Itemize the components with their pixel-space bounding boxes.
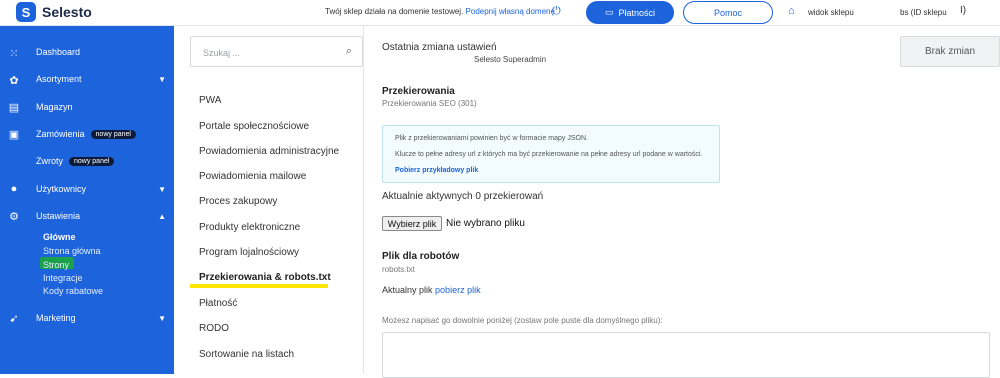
last-change-user: Selesto Superadmin bbox=[474, 55, 547, 64]
sidebar-subitem-discount-codes[interactable]: Kody rabatowe bbox=[43, 286, 103, 296]
sidebar-subitem-pages[interactable]: Strony bbox=[43, 260, 69, 270]
search-placeholder: Szukaj ... bbox=[203, 48, 241, 58]
sidebar-item-label: Użytkownicy bbox=[36, 184, 87, 194]
shop-view-link[interactable]: widok sklepu bbox=[808, 8, 854, 17]
sidebar-item-orders[interactable]: Zamówienia nowy panel bbox=[36, 129, 170, 139]
choose-file-button[interactable]: Wybierz plik bbox=[382, 216, 442, 231]
logo[interactable]: S Selesto bbox=[16, 2, 92, 22]
domain-notice-text: Twój sklep działa na domenie testowej. bbox=[325, 7, 464, 16]
help-button[interactable]: Pomoc bbox=[683, 1, 773, 24]
no-changes-button[interactable]: Brak zmian bbox=[900, 36, 1000, 67]
settings-menu-item[interactable]: Powiadomienia administracyjne bbox=[199, 146, 339, 157]
new-panel-badge: nowy panel bbox=[69, 156, 115, 166]
home-icon[interactable]: ⌂ bbox=[788, 5, 795, 17]
sidebar-item-users[interactable]: Użytkownicy ▼ bbox=[36, 184, 170, 194]
settings-menu-item-active[interactable]: Przekierowania & robots.txt bbox=[199, 272, 331, 283]
caret-up-icon: ▲ bbox=[158, 211, 166, 221]
settings-content: Ostatnia zmiana ustawień Selesto Superad… bbox=[364, 26, 1000, 378]
sidebar-item-warehouse[interactable]: Magazyn bbox=[36, 102, 170, 112]
settings-menu-item[interactable]: Sortowanie na listach bbox=[199, 349, 294, 360]
sidebar-item-label: Dashboard bbox=[36, 47, 81, 57]
payments-label: Płatności bbox=[618, 7, 656, 18]
redirects-title: Przekierowania bbox=[382, 86, 455, 97]
settings-menu-item[interactable]: Program lojalnościowy bbox=[199, 247, 299, 258]
robots-title: Plik dla robotów bbox=[382, 251, 460, 262]
info-box: Plik z przekierowaniami powinien być w f… bbox=[382, 125, 720, 183]
sidebar-item-label: Marketing bbox=[36, 313, 76, 323]
robots-textarea[interactable] bbox=[382, 332, 990, 378]
sidebar-item-label: Zamówienia bbox=[36, 129, 85, 139]
robots-subtitle: robots.txt bbox=[382, 265, 415, 274]
orders-icon[interactable]: ▣ bbox=[5, 125, 23, 143]
caret-down-icon: ▼ bbox=[158, 313, 166, 323]
app-name: Selesto bbox=[42, 4, 92, 20]
settings-menu-column: Szukaj ... ⌕ PWA Portale społecznościowe… bbox=[174, 26, 364, 374]
sidebar-subitem-main[interactable]: Główne bbox=[43, 232, 76, 242]
current-file-label: Aktualny plik bbox=[382, 285, 433, 295]
sidebar-item-assortment[interactable]: Asortyment ▼ bbox=[36, 74, 170, 84]
caret-down-icon: ▼ bbox=[158, 184, 166, 194]
settings-menu-item[interactable]: Proces zakupowy bbox=[199, 196, 277, 207]
active-redirects-count: Aktualnie aktywnych 0 przekierowań bbox=[382, 191, 544, 202]
redirects-subtitle: Przekierowania SEO (301) bbox=[382, 99, 477, 108]
icon-rail: ⁙ ✿ ▤ ▣ ● ⚙ ➹ bbox=[0, 26, 28, 374]
caret-down-icon: ▼ bbox=[158, 74, 166, 84]
sidebar-item-settings[interactable]: Ustawienia ▲ bbox=[36, 211, 170, 221]
assortment-icon[interactable]: ✿ bbox=[5, 71, 23, 89]
account-label[interactable]: bs (ID sklepu bbox=[900, 8, 947, 17]
sidebar-item-dashboard[interactable]: Dashboard bbox=[36, 47, 170, 57]
sidebar: Dashboard Asortyment ▼ Magazyn Zamówieni… bbox=[28, 26, 174, 374]
settings-menu-item[interactable]: Portale społecznościowe bbox=[199, 121, 309, 132]
active-item-highlight bbox=[190, 284, 328, 288]
settings-menu-item[interactable]: Powiadomienia mailowe bbox=[199, 171, 306, 182]
settings-menu-item[interactable]: Produkty elektroniczne bbox=[199, 222, 300, 233]
sidebar-item-label: Asortyment bbox=[36, 74, 82, 84]
current-file: Aktualny plik pobierz plik bbox=[382, 285, 481, 295]
sidebar-item-label: Zwroty bbox=[36, 156, 63, 166]
info-line: Plik z przekierowaniami powinien być w f… bbox=[395, 135, 588, 142]
selesto-logo-icon: S bbox=[16, 2, 36, 22]
search-icon[interactable]: ⌕ bbox=[346, 45, 352, 58]
sidebar-item-returns[interactable]: Zwroty nowy panel bbox=[36, 156, 170, 166]
sidebar-item-marketing[interactable]: Marketing ▼ bbox=[36, 313, 170, 323]
settings-menu-item[interactable]: RODO bbox=[199, 323, 229, 334]
users-icon[interactable]: ● bbox=[5, 180, 23, 198]
sidebar-item-label: Ustawienia bbox=[36, 211, 81, 221]
dashboard-icon[interactable]: ⁙ bbox=[5, 44, 23, 62]
download-sample-link[interactable]: Pobierz przykładowy plik bbox=[395, 167, 478, 174]
warehouse-icon[interactable]: ▤ bbox=[5, 98, 23, 116]
payments-button[interactable]: ▭ Płatności bbox=[586, 1, 674, 24]
settings-menu-item[interactable]: Płatność bbox=[199, 298, 237, 309]
sidebar-item-label: Magazyn bbox=[36, 102, 73, 112]
last-change-label: Ostatnia zmiana ustawień bbox=[382, 42, 497, 53]
new-panel-badge: nowy panel bbox=[90, 129, 136, 139]
info-line: Klucze to pełne adresy url z których ma … bbox=[395, 151, 703, 158]
settings-gear-icon[interactable]: ⚙ bbox=[5, 207, 23, 225]
download-file-link[interactable]: pobierz plik bbox=[435, 285, 481, 295]
robots-hint: Możesz napisać go dowolnie poniżej (zost… bbox=[382, 316, 663, 325]
logout-icon[interactable]: I) bbox=[960, 5, 966, 16]
settings-menu-item[interactable]: PWA bbox=[199, 95, 221, 106]
top-bar: S Selesto Twój sklep działa na domenie t… bbox=[0, 0, 1000, 26]
marketing-icon[interactable]: ➹ bbox=[5, 309, 23, 327]
search-input[interactable]: Szukaj ... ⌕ bbox=[190, 36, 363, 67]
no-file-chosen: Nie wybrano pliku bbox=[446, 218, 525, 229]
sidebar-subitem-homepage[interactable]: Strona główna bbox=[43, 246, 101, 256]
sidebar-subitem-integrations[interactable]: Integracje bbox=[43, 273, 83, 283]
connect-domain-link[interactable]: Podepnij własną domenę bbox=[466, 7, 555, 16]
card-icon: ▭ bbox=[604, 7, 614, 17]
plug-icon: ⏻ bbox=[552, 5, 561, 17]
domain-notice: Twój sklep działa na domenie testowej. P… bbox=[325, 7, 555, 16]
